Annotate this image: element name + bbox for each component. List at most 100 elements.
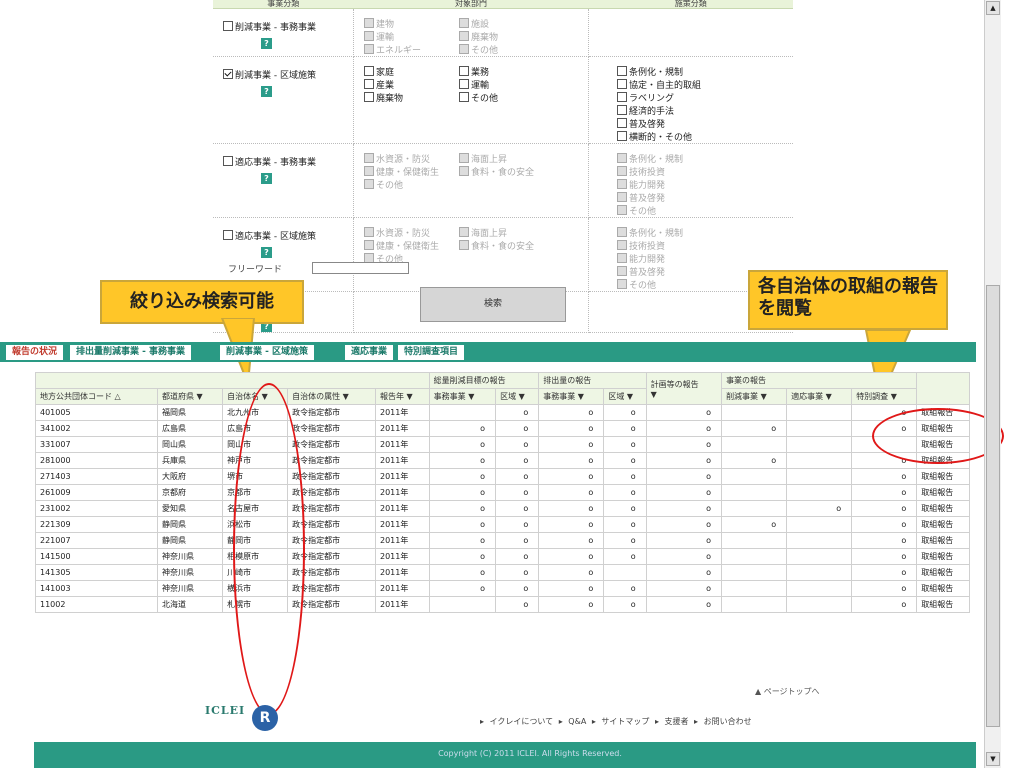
filter-field-option[interactable]: 横断的・その他 [617,130,712,143]
filter-field-option[interactable]: 協定・自主的取組 [617,78,712,91]
table-cell: 広島県 [157,420,224,437]
checkbox-icon[interactable] [459,66,469,76]
column-header[interactable]: 適応事業 ▼ [786,388,853,405]
filter-category-checkbox[interactable]: 削減事業 - 事務事業 [223,21,316,33]
column-header[interactable]: 報告年 ▼ [374,388,430,405]
report-link[interactable]: 取組報告 [916,580,970,597]
filter-field-option[interactable]: 経済的手法 [617,104,712,117]
status-mark: o [495,420,540,437]
status-mark: o [851,500,918,517]
status-mark: o [538,580,605,597]
footer-links: ▸ イクレイについて ▸ Q&A ▸ サイトマップ ▸ 支援者 ▸ お問い合わせ [480,717,752,726]
table-cell: 京都府 [157,484,224,501]
checkbox-icon [364,18,374,28]
footer-link-supporters[interactable]: 支援者 [665,717,689,726]
table-cell: 341002 [34,420,159,437]
checkbox-icon[interactable] [223,21,233,31]
footer-link-contact[interactable]: お問い合わせ [704,717,752,726]
checkbox-icon[interactable] [617,105,627,115]
filter-category-checkbox[interactable]: 削減事業 - 区域施策 [223,69,316,81]
column-header[interactable]: 区域 ▼ [603,388,647,405]
group-header-emission: 排出量の報告 [538,372,647,389]
status-mark: o [645,452,723,469]
report-link[interactable]: 取組報告 [916,484,970,501]
status-mark: o [645,548,723,565]
column-header[interactable]: 特別調査 ▼ [851,388,918,405]
search-button[interactable]: 検索 [420,287,566,322]
checkbox-icon[interactable] [617,118,627,128]
keyword-input[interactable] [312,262,409,274]
tab-report-status[interactable]: 報告の状況 [6,345,64,360]
filter-target-option[interactable]: 廃棄物 [364,91,459,104]
checkbox-icon[interactable] [223,156,233,166]
tab-emission-office[interactable]: 排出量削減事業 - 事務事業 [70,345,192,360]
checkbox-checked-icon[interactable] [223,69,233,79]
filter-field-option[interactable]: ラベリング [617,91,712,104]
report-link[interactable]: 取組報告 [916,468,970,485]
page-top-link[interactable]: ▲ ページトップへ [755,686,820,697]
checkbox-icon[interactable] [617,92,627,102]
filter-target-option[interactable]: その他 [459,91,554,104]
filter-target-option: 健康・保健衛生 [364,165,459,178]
filter-category-checkbox[interactable]: 適応事業 - 事務事業 [223,156,316,168]
filter-target-cell: 家庭 業務産業 運輸廃棄物 その他 [353,56,589,144]
checkbox-icon [617,240,627,250]
filter-target-option[interactable]: 業務 [459,65,554,78]
status-mark: o [851,596,918,613]
filter-field-option: 技術投資 [617,239,712,252]
table-cell: 北海道 [157,596,224,613]
help-icon[interactable]: ? [261,173,272,184]
checkbox-icon[interactable] [459,92,469,102]
tab-reduction-area[interactable]: 削減事業 - 区域施策 [220,345,315,360]
status-mark: o [645,420,723,437]
table-cell: 141003 [34,580,159,597]
report-link[interactable]: 取組報告 [916,500,970,517]
checkbox-icon[interactable] [364,66,374,76]
column-header[interactable]: 事務事業 ▼ [538,388,605,405]
scroll-down-icon[interactable]: ▼ [986,752,1000,766]
tab-special-survey[interactable]: 特別調査項目 [398,345,465,360]
checkbox-icon[interactable] [223,230,233,240]
footer-link-about[interactable]: イクレイについて [490,717,554,726]
scroll-thumb[interactable] [986,285,1000,727]
column-header[interactable]: 区域 ▼ [495,388,540,405]
checkbox-icon [617,253,627,263]
filter-field-option[interactable]: 条例化・規制 [617,65,712,78]
group-header-link [916,372,970,405]
column-header[interactable]: 都道府県 ▼ [157,388,224,405]
status-mark: o [428,548,497,565]
filter-target-option-label: 海面上昇 [471,155,508,165]
footer-link-qa[interactable]: Q&A [568,717,586,726]
report-link[interactable]: 取組報告 [916,532,970,549]
checkbox-icon[interactable] [364,79,374,89]
column-header[interactable]: 地方公共団体コード △ [34,388,159,405]
checkbox-icon[interactable] [364,92,374,102]
report-link[interactable]: 取組報告 [916,548,970,565]
tab-adaptation[interactable]: 適応事業 [345,345,394,360]
table-cell: 静岡県 [157,516,224,533]
group-header-plan[interactable]: 計画等の報告 ▼ [645,372,723,405]
help-icon[interactable]: ? [261,38,272,49]
help-icon[interactable]: ? [261,247,272,258]
status-mark: o [603,580,647,597]
column-header[interactable]: 事務事業 ▼ [428,388,497,405]
column-header[interactable]: 自治体の属性 ▼ [287,388,376,405]
report-link[interactable]: 取組報告 [916,596,970,613]
checkbox-icon[interactable] [459,79,469,89]
scroll-up-icon[interactable]: ▲ [986,1,1000,15]
status-mark [721,436,788,453]
filter-target-option[interactable]: 産業 [364,78,459,91]
checkbox-icon[interactable] [617,66,627,76]
footer-link-sitemap[interactable]: サイトマップ [601,717,649,726]
checkbox-icon[interactable] [617,131,627,141]
help-icon[interactable]: ? [261,86,272,97]
table-cell: 2011年 [374,436,430,453]
filter-field-option[interactable]: 普及啓発 [617,117,712,130]
report-link[interactable]: 取組報告 [916,516,970,533]
report-link[interactable]: 取組報告 [916,564,970,581]
column-header[interactable]: 削減事業 ▼ [721,388,788,405]
filter-category-checkbox[interactable]: 適応事業 - 区域施策 [223,230,316,242]
checkbox-icon[interactable] [617,79,627,89]
filter-target-option[interactable]: 運輸 [459,78,554,91]
filter-target-option[interactable]: 家庭 [364,65,459,78]
